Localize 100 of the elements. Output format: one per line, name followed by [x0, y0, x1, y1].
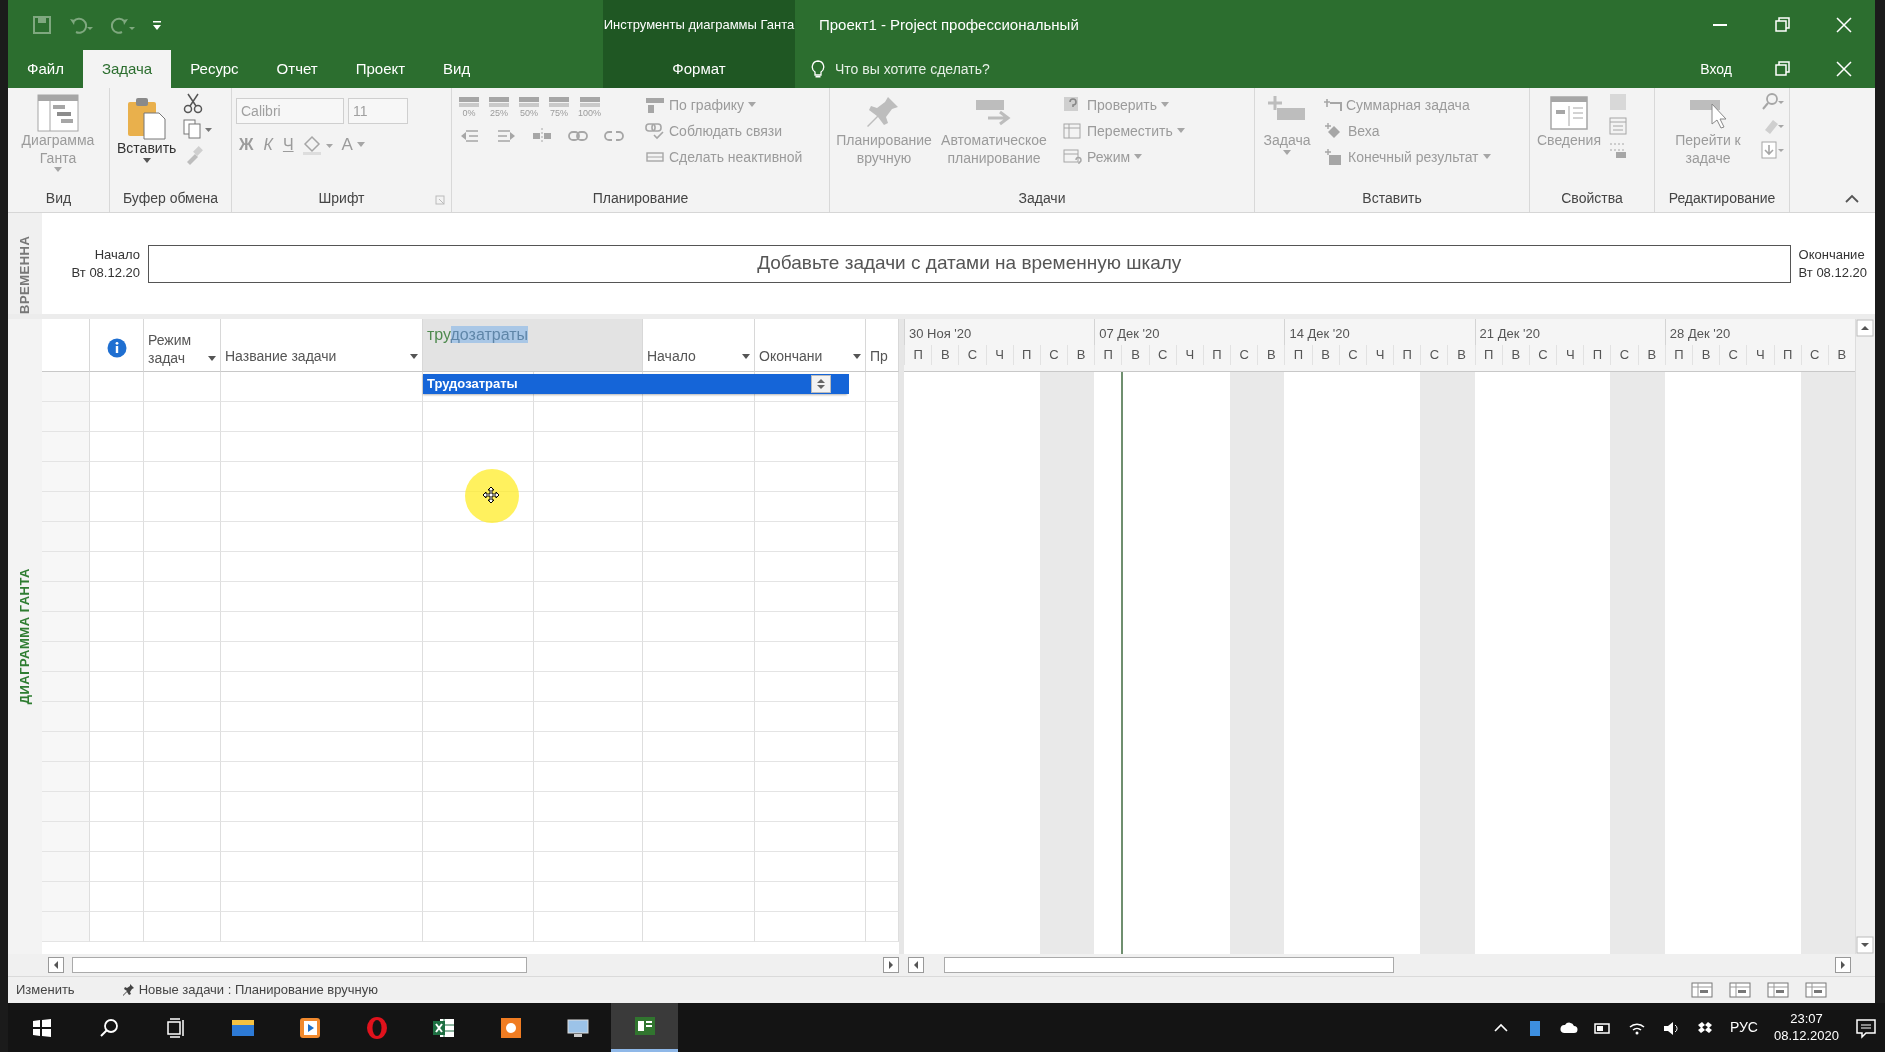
row-header[interactable]: [42, 552, 90, 582]
table-cell[interactable]: [144, 642, 221, 672]
table-cell[interactable]: [144, 522, 221, 552]
table-cell[interactable]: [221, 582, 423, 612]
table-cell[interactable]: [144, 552, 221, 582]
calendar-view-icon[interactable]: [1767, 982, 1789, 998]
undo-icon[interactable]: [68, 15, 94, 35]
chart-view-icon[interactable]: [1805, 982, 1827, 998]
row-header[interactable]: [42, 732, 90, 762]
table-cell[interactable]: [643, 702, 755, 732]
column-header[interactable]: Начало: [643, 319, 755, 372]
row-header[interactable]: [42, 462, 90, 492]
table-cell[interactable]: [144, 882, 221, 912]
table-cell[interactable]: [423, 882, 534, 912]
table-cell[interactable]: [534, 882, 643, 912]
table-cell[interactable]: [643, 612, 755, 642]
table-cell[interactable]: [423, 702, 534, 732]
table-cell[interactable]: [643, 432, 755, 462]
autocomplete-item[interactable]: Трудозатраты: [423, 374, 849, 394]
table-cell[interactable]: [755, 522, 866, 552]
table-cell[interactable]: [755, 672, 866, 702]
table-cell[interactable]: [423, 912, 534, 942]
table-cell[interactable]: [534, 762, 643, 792]
row-header[interactable]: [42, 582, 90, 612]
table-cell[interactable]: [755, 732, 866, 762]
table-cell[interactable]: [643, 882, 755, 912]
paste-button[interactable]: Вставить: [114, 94, 180, 166]
vertical-scrollbar[interactable]: [1855, 319, 1875, 954]
row-header[interactable]: [42, 672, 90, 702]
row-header[interactable]: [42, 822, 90, 852]
table-cell[interactable]: [534, 432, 643, 462]
table-cell[interactable]: [221, 402, 423, 432]
row-header[interactable]: [42, 762, 90, 792]
table-cell[interactable]: [534, 732, 643, 762]
table-cell[interactable]: [221, 882, 423, 912]
table-cell[interactable]: [221, 822, 423, 852]
table-cell[interactable]: [423, 522, 534, 552]
table-cell[interactable]: [534, 402, 643, 432]
redo-icon[interactable]: [110, 15, 136, 35]
table-cell[interactable]: [221, 762, 423, 792]
table-cell[interactable]: [755, 852, 866, 882]
table-cell[interactable]: [534, 462, 643, 492]
table-cell[interactable]: [221, 792, 423, 822]
table-cell[interactable]: [144, 672, 221, 702]
table-cell[interactable]: [221, 642, 423, 672]
note-icon[interactable]: [1607, 92, 1628, 112]
table-cell[interactable]: [144, 792, 221, 822]
row-header[interactable]: [42, 642, 90, 672]
table-cell[interactable]: [534, 522, 643, 552]
table-cell[interactable]: [643, 462, 755, 492]
ribbon-tab[interactable]: Вид: [424, 50, 490, 88]
table-cell[interactable]: [534, 552, 643, 582]
project-app-button[interactable]: [611, 1003, 678, 1052]
table-cell[interactable]: [144, 762, 221, 792]
table-cell[interactable]: [755, 642, 866, 672]
row-header[interactable]: [42, 492, 90, 522]
table-cell[interactable]: [755, 612, 866, 642]
fill-color-icon[interactable]: [300, 134, 335, 156]
table-cell[interactable]: [534, 672, 643, 702]
table-cell[interactable]: [755, 432, 866, 462]
table-cell[interactable]: [423, 642, 534, 672]
table-cell[interactable]: [423, 792, 534, 822]
table-cell[interactable]: [423, 612, 534, 642]
table-cell[interactable]: [534, 822, 643, 852]
sign-in-link[interactable]: Вход: [1681, 50, 1751, 88]
table-cell[interactable]: [643, 582, 755, 612]
table-cell[interactable]: [423, 432, 534, 462]
table-cell[interactable]: [534, 642, 643, 672]
ribbon-tab[interactable]: Задача: [82, 50, 172, 88]
ribbon-tab[interactable]: Ресурс: [171, 50, 258, 88]
table-cell[interactable]: [755, 822, 866, 852]
table-cell[interactable]: [643, 492, 755, 522]
table-cell[interactable]: [643, 552, 755, 582]
table-cell[interactable]: [534, 852, 643, 882]
row-header[interactable]: [42, 912, 90, 942]
ribbon-tab[interactable]: Отчет: [257, 50, 337, 88]
table-cell[interactable]: [144, 432, 221, 462]
table-cell[interactable]: [643, 732, 755, 762]
table-cell[interactable]: [144, 612, 221, 642]
row-header[interactable]: [42, 852, 90, 882]
table-cell[interactable]: [221, 432, 423, 462]
tell-me-field[interactable]: Что вы хотите сделать?: [833, 57, 1113, 81]
table-cell[interactable]: [221, 912, 423, 942]
table-cell[interactable]: [755, 552, 866, 582]
table-cell[interactable]: [534, 582, 643, 612]
table-cell[interactable]: [534, 492, 643, 522]
table-cell[interactable]: [643, 672, 755, 702]
table-cell[interactable]: [755, 762, 866, 792]
spin-button[interactable]: [811, 375, 831, 393]
collapse-ribbon-icon[interactable]: [1845, 194, 1859, 204]
row-header[interactable]: [42, 792, 90, 822]
table-cell[interactable]: [144, 822, 221, 852]
table-cell[interactable]: [144, 462, 221, 492]
table-cell[interactable]: [221, 612, 423, 642]
search-icon[interactable]: [1761, 92, 1785, 112]
table-cell[interactable]: [144, 582, 221, 612]
fill-down-icon[interactable]: [1761, 140, 1785, 160]
table-cell[interactable]: [643, 912, 755, 942]
column-name-field[interactable]: трудозатраты: [423, 319, 643, 372]
table-cell[interactable]: [755, 882, 866, 912]
